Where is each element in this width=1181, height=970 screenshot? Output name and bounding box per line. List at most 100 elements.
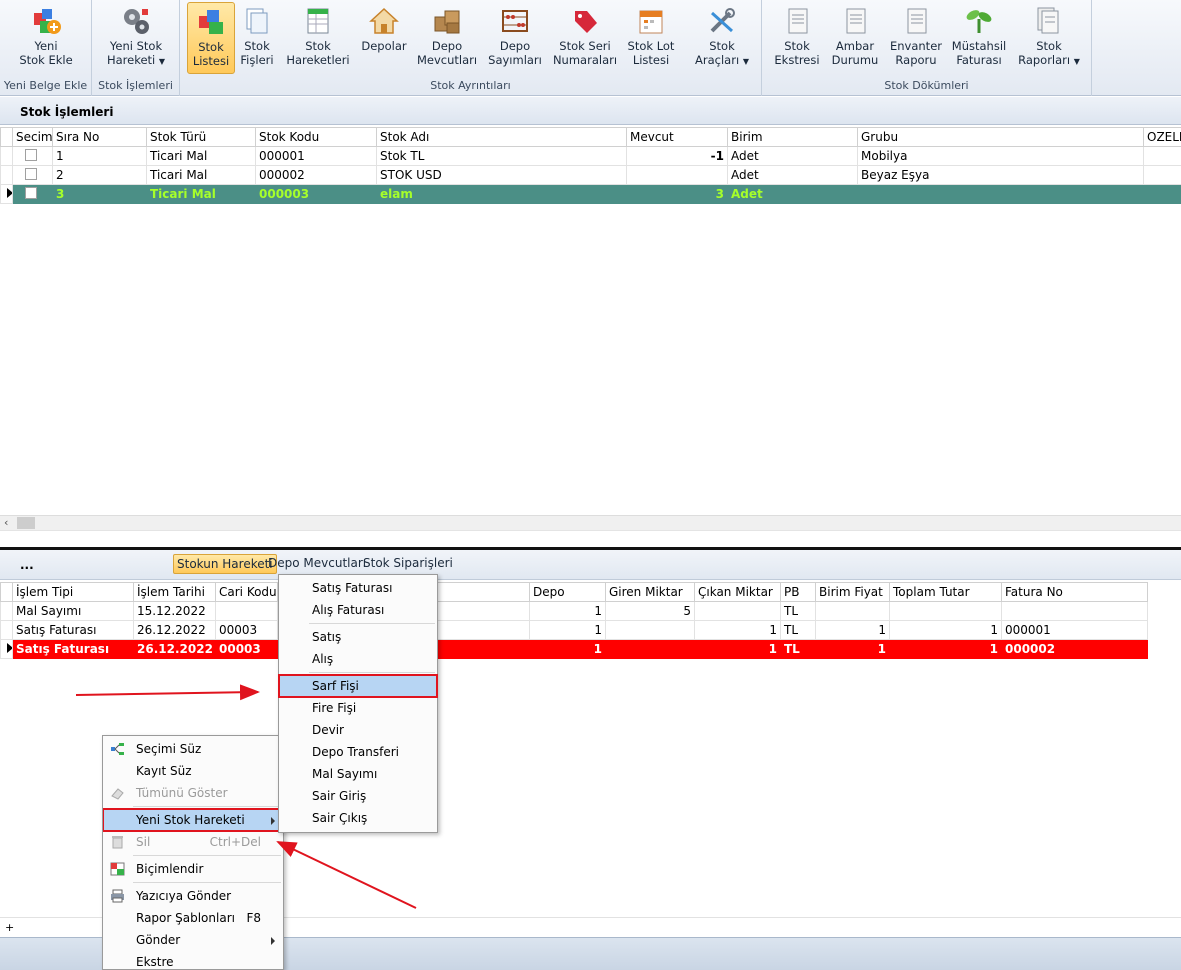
submenu-item-other-entry[interactable]: Sair Giriş (279, 785, 437, 807)
table-row[interactable]: Satış Faturası 26.12.2022 00003 1 1 TL 1… (0, 620, 1148, 640)
cell-birim-fiyat: 1 (815, 620, 890, 640)
stock-lot-list-button[interactable]: Stok Lot Listesi (623, 2, 679, 74)
stock-statement-button[interactable]: Stok Ekstresi (772, 2, 822, 74)
menu-item-send-to-printer[interactable]: Yazıcıya Gönder (103, 885, 283, 907)
column-header-stok-turu[interactable]: Stok Türü (146, 127, 256, 147)
selection-checkbox[interactable] (25, 148, 37, 161)
submenu-item-other-exit[interactable]: Sair Çıkış (279, 807, 437, 829)
selection-cell[interactable] (12, 184, 53, 204)
horizontal-scrollbar[interactable]: ‹ (0, 515, 1181, 530)
selection-checkbox[interactable] (25, 186, 37, 199)
column-header-pb[interactable]: PB (780, 582, 816, 602)
inventory-report-label2: Raporu (895, 53, 937, 67)
stock-reports-label1: Stok (1036, 39, 1062, 53)
stock-lot-label1: Stok Lot (627, 39, 675, 53)
submenu-item-sales-invoice[interactable]: Satış Faturası (279, 577, 437, 599)
indicator-column-header (0, 127, 13, 147)
submenu-item-carryover[interactable]: Devir (279, 719, 437, 741)
tab-stock-movement[interactable]: Stokun Hareketi (173, 554, 277, 574)
stock-tools-label2-text: Araçları (695, 53, 740, 67)
tab-warehouse-stocks[interactable]: Depo Mevcutları (265, 554, 369, 574)
menu-item-format[interactable]: Biçimlendir (103, 858, 283, 880)
submenu-item-warehouse-transfer[interactable]: Depo Transferi (279, 741, 437, 763)
column-header-stok-adi[interactable]: Stok Adı (376, 127, 627, 147)
stock-tools-label2: Araçları ▼ (689, 53, 755, 69)
selection-checkbox[interactable] (25, 167, 37, 180)
add-row-icon[interactable]: + (5, 921, 14, 934)
new-stock-movement-label1: Yeni Stok (109, 39, 163, 53)
menu-item-filter-selection[interactable]: Seçimi Süz (103, 738, 283, 760)
producer-invoice-button[interactable]: Müstahsil Faturası (950, 2, 1008, 74)
column-header-toplam-tutar[interactable]: Toplam Tutar (889, 582, 1002, 602)
column-header-depo[interactable]: Depo (529, 582, 606, 602)
column-header-cikan-miktar[interactable]: Çıkan Miktar (694, 582, 781, 602)
dropdown-arrow-icon: ▼ (1073, 57, 1080, 66)
column-header-birim[interactable]: Birim (727, 127, 858, 147)
stock-tools-button[interactable]: Stok Araçları ▼ (689, 2, 755, 74)
menu-item-new-stock-movement[interactable]: Yeni Stok Hareketi (103, 808, 283, 832)
cell-ozelkod (1143, 146, 1181, 166)
cell-birim-fiyat: 1 (815, 639, 890, 659)
cell-sira-no: 3 (52, 184, 147, 204)
submenu-item-consumption-slip[interactable]: Sarf Fişi (278, 674, 438, 698)
stock-reports-button[interactable]: Stok Raporları ▼ (1016, 2, 1082, 74)
submenu-item-waste-slip[interactable]: Fire Fişi (279, 697, 437, 719)
menu-item-send[interactable]: Gönder (103, 929, 283, 951)
menu-item-label: Tümünü Göster (136, 786, 228, 800)
menu-item-record-filter[interactable]: Kayıt Süz (103, 760, 283, 782)
cell-grubu: Mobilya (857, 146, 1144, 166)
submenu-item-sale[interactable]: Satış (279, 626, 437, 648)
table-row-selected[interactable]: Satış Faturası 26.12.2022 00003 1 1 TL 1… (0, 639, 1148, 659)
eraser-icon (111, 788, 124, 800)
scrollbar-thumb[interactable] (17, 517, 35, 529)
submenu-item-stock-count[interactable]: Mal Sayımı (279, 763, 437, 785)
table-row-selected[interactable]: 3 Ticari Mal 000003 elam 3 Adet (0, 184, 1181, 204)
scroll-left-icon[interactable]: ‹ (4, 516, 8, 529)
new-stock-button[interactable]: Yeni Stok Ekle (4, 2, 88, 74)
menu-item-statement[interactable]: Ekstre (103, 951, 283, 969)
column-header-fatura-no[interactable]: Fatura No (1001, 582, 1148, 602)
column-header-cari-kodu[interactable]: Cari Kodu (215, 582, 278, 602)
table-row[interactable]: Mal Sayımı 15.12.2022 1 5 TL (0, 601, 1148, 621)
warehouse-counts-button[interactable]: Depo Sayımları (483, 2, 547, 74)
cell-mevcut: 3 (626, 184, 728, 204)
warehouse-stocks-button[interactable]: Depo Mevcutları (416, 2, 478, 74)
stock-serial-label1: Stok Seri (559, 39, 611, 53)
stock-movements-button[interactable]: Stok Hareketleri (283, 2, 353, 74)
annotation-arrow-right (75, 684, 260, 701)
calendar-icon (639, 10, 663, 34)
row-indicator (0, 184, 13, 204)
table-row[interactable]: 1 Ticari Mal 000001 Stok TL -1 Adet Mobi… (0, 146, 1181, 166)
stock-slips-button[interactable]: Stok Fişleri (237, 2, 277, 74)
menu-item-report-templates[interactable]: Rapor Şablonları F8 (103, 907, 283, 929)
selection-cell[interactable] (12, 165, 53, 185)
new-stock-movement-button[interactable]: Yeni Stok Hareketi ▼ (98, 2, 174, 74)
inventory-report-button[interactable]: Envanter Raporu (886, 2, 946, 74)
column-header-birim-fiyat[interactable]: Birim Fiyat (815, 582, 890, 602)
warehouse-status-button[interactable]: Ambar Durumu (830, 2, 880, 74)
table-row[interactable]: 2 Ticari Mal 000002 STOK USD Adet Beyaz … (0, 165, 1181, 185)
stock-list-button[interactable]: Stok Listesi (187, 2, 235, 74)
tab-stock-orders[interactable]: Stok Siparişleri (360, 554, 456, 574)
column-header-grubu[interactable]: Grubu (857, 127, 1144, 147)
report-icon (788, 8, 808, 34)
column-header-secim[interactable]: Secim (12, 127, 53, 147)
column-header-stok-kodu[interactable]: Stok Kodu (255, 127, 377, 147)
column-header-mevcut[interactable]: Mevcut (626, 127, 728, 147)
cell-islem-tarihi: 15.12.2022 (133, 601, 216, 621)
column-header-sira-no[interactable]: Sıra No (52, 127, 147, 147)
submenu-item-purchase-invoice[interactable]: Alış Faturası (279, 599, 437, 621)
column-header-islem-tipi[interactable]: İşlem Tipi (12, 582, 134, 602)
column-header-giren-miktar[interactable]: Giren Miktar (605, 582, 695, 602)
submenu-item-purchase[interactable]: Alış (279, 648, 437, 670)
warehouses-button[interactable]: Depolar (356, 2, 412, 74)
submenu-arrow-icon (271, 937, 275, 945)
stock-serial-numbers-button[interactable]: Stok Seri Numaraları (552, 2, 618, 74)
cell-islem-tipi: Satış Faturası (12, 639, 134, 659)
stock-grid-header: Secim Sıra No Stok Türü Stok Kodu Stok A… (0, 127, 1181, 147)
column-header-islem-tarihi[interactable]: İşlem Tarihi (133, 582, 216, 602)
panel-menu-dots[interactable]: ... (20, 558, 34, 572)
stock-grid: Secim Sıra No Stok Türü Stok Kodu Stok A… (0, 127, 1181, 204)
column-header-ozelkod[interactable]: OZELKOD (1143, 127, 1181, 147)
selection-cell[interactable] (12, 146, 53, 166)
